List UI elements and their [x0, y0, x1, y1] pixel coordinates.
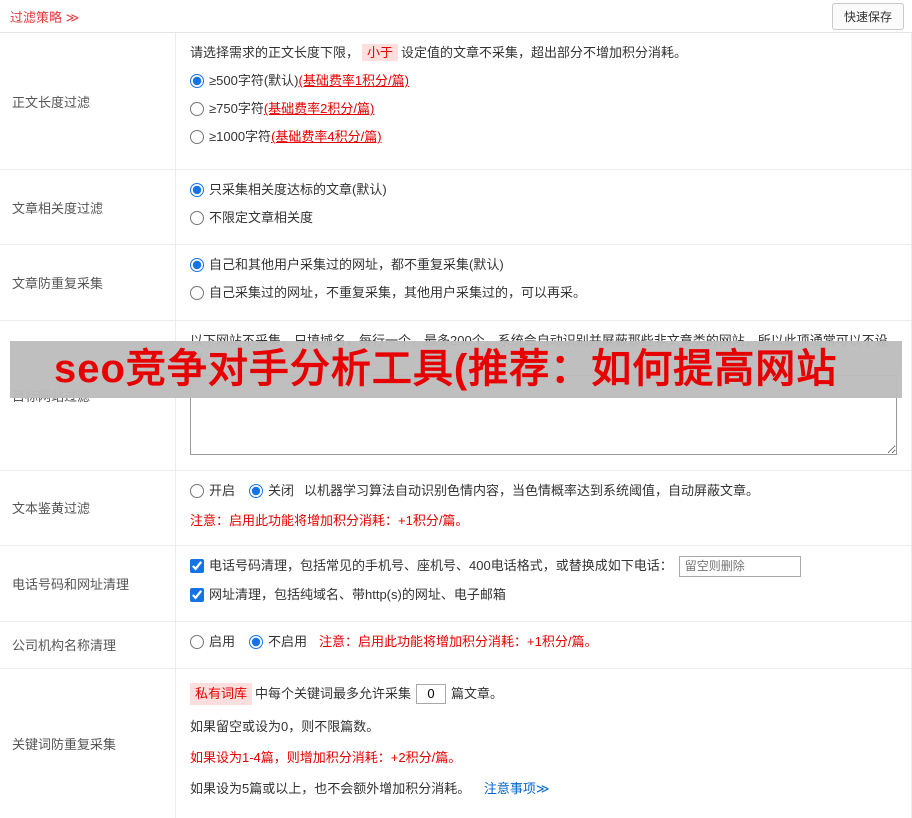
radio-option-relevance-any[interactable]: 不限定文章相关度 — [190, 208, 897, 228]
phone-url-content: 电话号码清理，包括常见的手机号、座机号、400电话格式，或替换成如下电话： 网址… — [176, 546, 911, 621]
dedup-content: 自己和其他用户采集过的网址，都不重复采集(默认) 自己采集过的网址，不重复采集，… — [176, 245, 911, 319]
company-cleanup-content: 启用 不启用 注意：启用此功能将增加积分消耗：+1积分/篇。 — [176, 622, 911, 668]
relevance-content: 只采集相关度达标的文章(默认) 不限定文章相关度 — [176, 170, 911, 244]
watermark-overlay-banner: seo竞争对手分析工具(推荐：如何提高网站 — [10, 341, 902, 398]
radio-porn-off[interactable] — [249, 483, 264, 498]
keyword-limit-suffix: 篇文章。 — [451, 685, 504, 701]
phone-cleanup-line: 电话号码清理，包括常见的手机号、座机号、400电话格式，或替换成如下电话： — [190, 555, 897, 577]
radio-dedup-global[interactable] — [190, 258, 204, 273]
radio-option-porn-on[interactable]: 开启 — [190, 481, 235, 501]
radio-company-on[interactable] — [190, 634, 204, 649]
header-bar: 过滤策略 ≫ 快速保存 — [0, 0, 912, 33]
row-relevance-filter: 文章相关度过滤 只采集相关度达标的文章(默认) 不限定文章相关度 — [0, 170, 911, 246]
radio-500-label: ≥500字符(默认) — [209, 73, 299, 89]
radio-dedup-global-label: 自己和其他用户采集过的网址，都不重复采集(默认) — [209, 257, 504, 273]
checkbox-url-cleanup[interactable] — [190, 587, 204, 602]
radio-relevance-any[interactable] — [190, 211, 204, 226]
body-length-content: 请选择需求的正文长度下限， 小于 设定值的文章不采集，超出部分不增加积分消耗。 ≥5… — [176, 33, 911, 169]
replacement-phone-input[interactable] — [678, 555, 801, 577]
intro-text-after: 设定值的文章不采集，超出部分不增加积分消耗。 — [401, 45, 688, 60]
radio-porn-off-label: 关闭 — [268, 482, 295, 498]
filter-settings-table: 正文长度过滤 请选择需求的正文长度下限， 小于 设定值的文章不采集，超出部分不增加积… — [0, 33, 912, 818]
radio-option-dedup-self[interactable]: 自己采集过的网址，不重复采集，其他用户采集过的，可以再采。 — [190, 283, 897, 303]
radio-relevance-strict-label: 只采集相关度达标的文章(默认) — [209, 182, 387, 197]
radio-relevance-any-label: 不限定文章相关度 — [209, 210, 314, 226]
row-label-porn-filter: 文本鉴黄过滤 — [0, 470, 176, 545]
url-cleanup-line: 网址清理，包括纯域名、带http(s)的网址、电子邮箱 — [190, 585, 897, 605]
radio-option-1000-chars[interactable]: ≥1000字符 (基础费率4积分/篇) — [190, 127, 897, 147]
radio-750-fee-note: (基础费率2积分/篇) — [263, 101, 375, 117]
radio-option-dedup-global[interactable]: 自己和其他用户采集过的网址，都不重复采集(默认) — [190, 255, 897, 275]
row-label-dedup: 文章防重复采集 — [0, 245, 176, 320]
quick-save-button[interactable]: 快速保存 — [831, 2, 904, 30]
url-cleanup-label: 网址清理，包括纯域名、带http(s)的网址、电子邮箱 — [209, 586, 506, 602]
radio-1000-chars[interactable] — [190, 130, 204, 145]
row-porn-filter: 文本鉴黄过滤 开启 关闭 以机器学习算法自动识别色情内容，当色情概率达到系统阈值… — [0, 470, 911, 546]
radio-relevance-strict[interactable] — [190, 183, 204, 198]
notes-link[interactable]: 注意事项≫ — [484, 781, 550, 796]
phone-cleanup-label: 电话号码清理，包括常见的手机号、座机号、400电话格式，或替换成如下电话： — [209, 557, 673, 573]
keyword-note-5plus-line: 如果设为5篇或以上，也不会额外增加积分消耗。 注意事项≫ — [190, 779, 897, 799]
radio-option-relevance-strict[interactable]: 只采集相关度达标的文章(默认) — [190, 180, 897, 200]
radio-1000-fee-note: (基础费率4积分/篇) — [271, 129, 382, 145]
row-label-phone-url: 电话号码和网址清理 — [0, 545, 176, 621]
radio-company-off-label: 不启用 — [268, 633, 308, 649]
porn-filter-content: 开启 关闭 以机器学习算法自动识别色情内容，当色情概率达到系统阈值，自动屏蔽文章… — [176, 471, 911, 545]
keyword-note-1-4: 如果设为1-4篇，则增加积分消耗：+2积分/篇。 — [190, 750, 462, 766]
radio-500-fee-note: (基础费率1积分/篇) — [298, 73, 409, 89]
radio-750-label: ≥750字符 — [209, 101, 264, 117]
body-length-intro: 请选择需求的正文长度下限， 小于 设定值的文章不采集，超出部分不增加积分消耗。 — [190, 43, 897, 63]
keyword-dedup-content: 私有词库 中每个关键词最多允许采集 篇文章。 如果留空或设为0，则不限篇数。 如… — [176, 669, 911, 818]
row-dedup-filter: 文章防重复采集 自己和其他用户采集过的网址，都不重复采集(默认) 自己采集过的网… — [0, 245, 911, 321]
intro-text-before: 请选择需求的正文长度下限， — [190, 45, 360, 60]
row-company-cleanup: 公司机构名称清理 启用 不启用 注意：启用此功能将增加积分消耗：+1积分/篇。 — [0, 621, 911, 669]
company-cleanup-options-line: 启用 不启用 注意：启用此功能将增加积分消耗：+1积分/篇。 — [190, 632, 897, 652]
radio-500-chars[interactable] — [190, 74, 204, 89]
radio-company-off[interactable] — [249, 634, 264, 649]
company-cleanup-warning: 注意：启用此功能将增加积分消耗：+1积分/篇。 — [319, 633, 598, 649]
keyword-limit-text: 中每个关键词最多允许采集 — [255, 685, 412, 701]
radio-option-company-off[interactable]: 不启用 — [249, 632, 307, 652]
radio-company-on-label: 启用 — [209, 633, 236, 649]
radio-porn-on-label: 开启 — [209, 482, 236, 498]
row-phone-url-cleanup: 电话号码和网址清理 电话号码清理，包括常见的手机号、座机号、400电话格式，或替… — [0, 545, 911, 622]
intro-highlight-term: 小于 — [362, 44, 399, 61]
row-label-keyword-dedup: 关键词防重复采集 — [0, 668, 176, 818]
radio-option-porn-off[interactable]: 关闭 — [249, 481, 294, 501]
radio-option-company-on[interactable]: 启用 — [190, 632, 235, 652]
radio-porn-on[interactable] — [190, 483, 204, 498]
radio-dedup-self-label: 自己采集过的网址，不重复采集，其他用户采集过的，可以再采。 — [209, 285, 587, 301]
radio-dedup-self[interactable] — [190, 286, 204, 301]
private-lexicon-highlight: 私有词库 — [190, 682, 253, 705]
row-label-company-cleanup: 公司机构名称清理 — [0, 621, 176, 668]
radio-1000-label: ≥1000字符 — [209, 129, 272, 145]
row-body-length-filter: 正文长度过滤 请选择需求的正文长度下限， 小于 设定值的文章不采集，超出部分不增加积… — [0, 33, 911, 170]
row-label-body-length: 正文长度过滤 — [0, 33, 176, 169]
keyword-note-zero: 如果留空或设为0，则不限篇数。 — [190, 718, 380, 734]
radio-750-chars[interactable] — [190, 102, 204, 117]
max-articles-input[interactable] — [416, 683, 447, 704]
porn-filter-warning: 注意：启用此功能将增加积分消耗：+1积分/篇。 — [190, 512, 469, 528]
row-keyword-dedup: 关键词防重复采集 私有词库 中每个关键词最多允许采集 篇文章。 如果留空或设为0… — [0, 668, 911, 818]
row-label-relevance: 文章相关度过滤 — [0, 170, 176, 245]
radio-option-500-chars[interactable]: ≥500字符(默认) (基础费率1积分/篇) — [190, 71, 897, 91]
radio-option-750-chars[interactable]: ≥750字符 (基础费率2积分/篇) — [190, 99, 897, 119]
page-title[interactable]: 过滤策略 ≫ — [10, 7, 79, 26]
porn-filter-description: 以机器学习算法自动识别色情内容，当色情概率达到系统阈值，自动屏蔽文章。 — [304, 482, 760, 498]
keyword-limit-line: 私有词库 中每个关键词最多允许采集 篇文章。 — [190, 682, 897, 705]
keyword-note-5plus-text: 如果设为5篇或以上，也不会额外增加积分消耗。 — [190, 781, 471, 797]
porn-filter-options-line: 开启 关闭 以机器学习算法自动识别色情内容，当色情概率达到系统阈值，自动屏蔽文章… — [190, 481, 897, 501]
checkbox-phone-cleanup[interactable] — [190, 559, 204, 574]
